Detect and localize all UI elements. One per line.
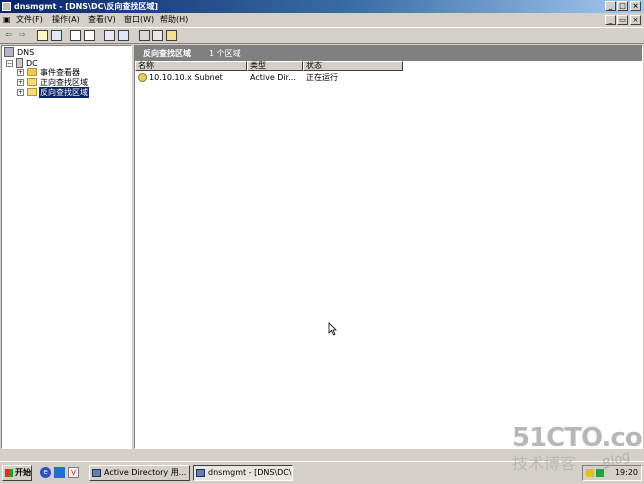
expand-icon[interactable]: +: [17, 79, 24, 86]
menu-action[interactable]: 操作(A): [52, 14, 80, 26]
detail-view-icon[interactable]: [152, 30, 163, 41]
windows-logo-icon: [5, 469, 13, 477]
system-tray: 19:20: [582, 465, 642, 481]
expand-icon[interactable]: +: [17, 89, 24, 96]
ie-icon[interactable]: e: [40, 467, 51, 478]
toolbar: ⇦ ⇨: [0, 27, 644, 44]
mdi-restore-button[interactable]: ▭: [617, 15, 628, 25]
server-icon: [16, 58, 23, 68]
list-view-icon[interactable]: [139, 30, 150, 41]
folder-icon: [27, 78, 37, 86]
pane-header-count: 1 个区域: [209, 49, 241, 58]
column-headers: 名称 类型 状态: [135, 61, 642, 71]
help-icon[interactable]: [104, 30, 115, 41]
mdi-minimize-button[interactable]: _: [605, 15, 616, 25]
vr-icon[interactable]: V: [68, 467, 79, 478]
window-title: dnsmgmt - [DNS\DC\反向查找区域]: [14, 2, 159, 11]
maximize-button[interactable]: □: [617, 1, 628, 11]
tree-pane: DNS − DC + 事件查看器 + 正向查找区域 + 反向查找区域: [1, 45, 132, 449]
zone-tool-icon[interactable]: [166, 30, 177, 41]
tree-node-dns-label: DNS: [17, 48, 35, 57]
table-row[interactable]: 10.10.10.x Subnet Active Dir... 正在运行: [135, 72, 642, 83]
cell-status: 正在运行: [306, 73, 338, 82]
menu-window[interactable]: 窗口(W): [124, 14, 154, 26]
up-folder-icon[interactable]: [37, 30, 48, 41]
title-bar[interactable]: dnsmgmt - [DNS\DC\反向查找区域] _ □ ×: [0, 0, 644, 13]
cell-type: Active Dir...: [250, 73, 296, 82]
menu-file[interactable]: 文件(F): [16, 14, 43, 26]
task-label: dnsmgmt - [DNS\DC\...: [208, 468, 293, 477]
dns-icon: [4, 47, 14, 57]
taskbar-button-dnsmgmt[interactable]: dnsmgmt - [DNS\DC\...: [193, 465, 293, 481]
close-button[interactable]: ×: [630, 1, 641, 11]
app-icon[interactable]: [2, 2, 11, 11]
taskbar: 开始 e V Active Directory 用... dnsmgmt - […: [0, 461, 644, 484]
properties-icon[interactable]: [84, 30, 95, 41]
menu-help[interactable]: 帮助(H): [160, 14, 188, 26]
tray-v-icon[interactable]: [596, 469, 604, 477]
menu-icon[interactable]: ▣: [3, 14, 11, 26]
menu-bar: ▣ 文件(F) 操作(A) 查看(V) 窗口(W) 帮助(H) _ ▭ ×: [0, 13, 644, 27]
forward-arrow-icon[interactable]: ⇨: [17, 30, 28, 41]
minimize-button[interactable]: _: [605, 1, 616, 11]
zone-icon: [138, 73, 147, 82]
export-list-icon[interactable]: [70, 30, 81, 41]
clock[interactable]: 19:20: [615, 466, 638, 480]
ad-users-icon: [92, 469, 101, 477]
column-header-type[interactable]: 类型: [247, 61, 303, 71]
folder-icon: [27, 88, 37, 96]
show-tree-icon[interactable]: [51, 30, 62, 41]
start-button[interactable]: 开始: [2, 465, 32, 481]
taskbar-button-ad-users[interactable]: Active Directory 用...: [89, 465, 190, 481]
console-icon[interactable]: [118, 30, 129, 41]
mouse-cursor-icon: [328, 322, 337, 336]
start-label: 开始: [15, 468, 31, 477]
mdi-close-button[interactable]: ×: [630, 15, 641, 25]
pane-header: 反向查找区域 1 个区域: [135, 46, 642, 61]
desktop-icon[interactable]: [54, 467, 65, 478]
status-bar: [0, 449, 644, 461]
expand-icon[interactable]: +: [17, 69, 24, 76]
column-header-name[interactable]: 名称: [135, 61, 247, 71]
details-pane: 反向查找区域 1 个区域 名称 类型 状态 10.10.10.x Subnet …: [134, 45, 643, 449]
tray-shield-icon[interactable]: [586, 469, 594, 477]
pane-header-title: 反向查找区域: [143, 49, 191, 58]
menu-view[interactable]: 查看(V): [88, 14, 116, 26]
event-viewer-icon: [27, 68, 37, 76]
cell-name: 10.10.10.x Subnet: [149, 73, 223, 82]
collapse-icon[interactable]: −: [6, 60, 13, 67]
dnsmgmt-icon: [196, 469, 205, 477]
back-arrow-icon[interactable]: ⇦: [3, 30, 14, 41]
task-label: Active Directory 用...: [104, 468, 187, 477]
column-header-status[interactable]: 状态: [303, 61, 403, 71]
tree-node-label: 反向查找区域: [39, 87, 89, 98]
